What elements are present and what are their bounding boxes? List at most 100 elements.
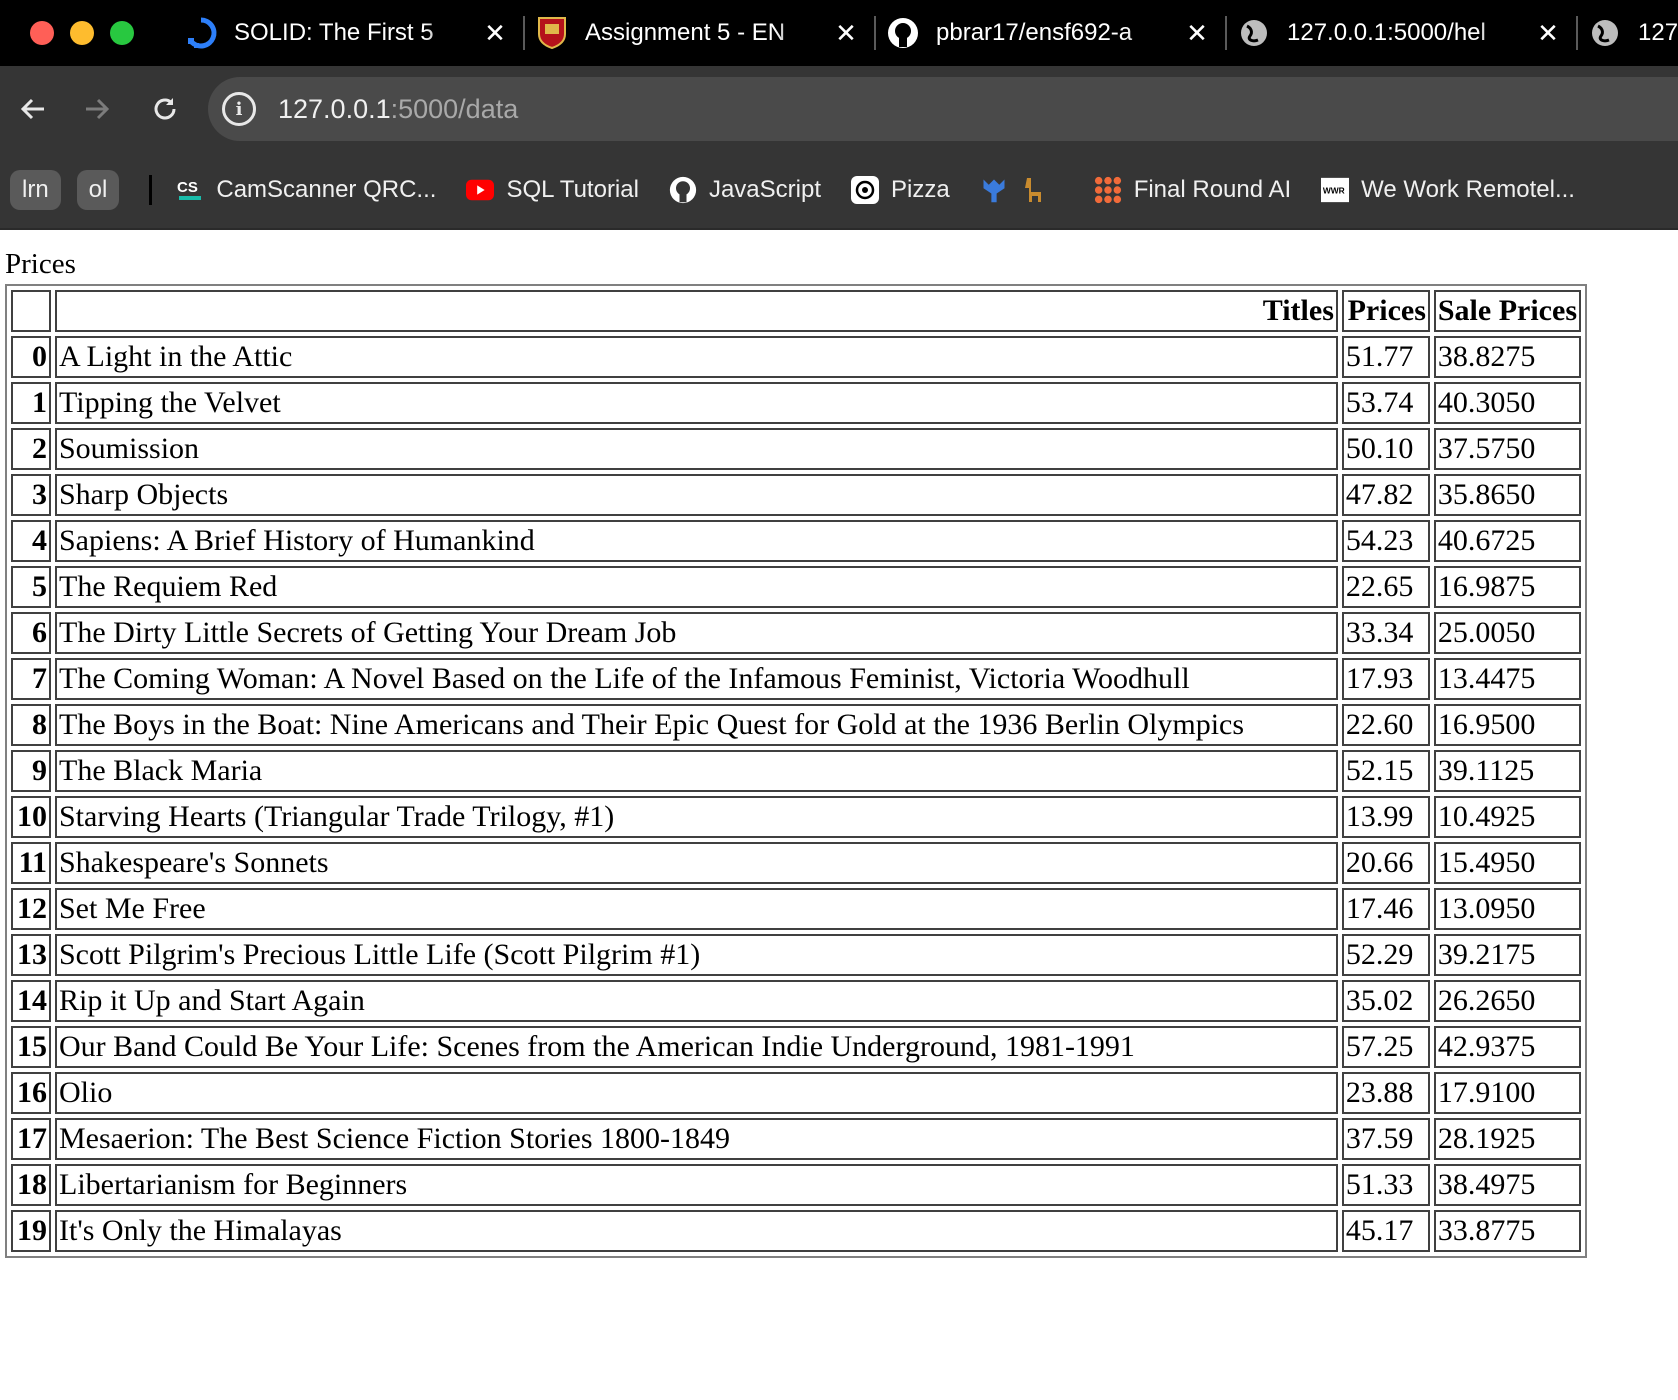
bookmark-javascript[interactable]: JavaScript — [669, 176, 821, 204]
back-arrow-icon[interactable] — [16, 92, 50, 126]
book-title: Mesaerion: The Best Science Fiction Stor… — [55, 1118, 1338, 1160]
site-info-icon[interactable]: i — [222, 92, 256, 126]
table-row: 14 Rip it Up and Start Again 35.02 26.2650 — [11, 980, 1581, 1022]
university-crest-icon — [535, 16, 569, 50]
book-title: Set Me Free — [55, 888, 1338, 930]
tab-localhost-2[interactable]: 127 — [1578, 0, 1678, 66]
book-title: The Dirty Little Secrets of Getting Your… — [55, 612, 1338, 654]
book-sale-price: 39.1125 — [1433, 750, 1581, 792]
bookmark-folder-ol[interactable]: ol — [76, 170, 120, 210]
bookmark-label: CamScanner QRC... — [216, 176, 437, 203]
book-title: The Black Maria — [55, 750, 1338, 792]
address-bar[interactable]: i 127.0.0.1:5000/data — [208, 77, 1678, 141]
book-sale-price: 15.4950 — [1433, 842, 1581, 884]
toolbar: i 127.0.0.1:5000/data — [0, 66, 1678, 152]
row-index: 16 — [11, 1072, 51, 1114]
table-row: 9 The Black Maria 52.15 39.1125 — [11, 750, 1581, 792]
book-title: It's Only the Himalayas — [55, 1210, 1338, 1252]
table-row: 13 Scott Pilgrim's Precious Little Life (… — [11, 934, 1581, 976]
book-price: 23.88 — [1341, 1072, 1430, 1114]
bookmark-sql-tutorial[interactable]: SQL Tutorial — [466, 176, 639, 204]
book-sale-price: 26.2650 — [1433, 980, 1581, 1022]
forward-arrow-icon[interactable] — [80, 92, 114, 126]
tab-assignment[interactable]: Assignment 5 - EN ✕ — [525, 0, 874, 66]
table-row: 1 Tipping the Velvet 53.74 40.3050 — [11, 382, 1581, 424]
page-caption: Prices — [5, 248, 76, 280]
bookmark-label: Final Round AI — [1133, 176, 1292, 203]
svg-text:WWR: WWR — [1323, 186, 1345, 196]
table-header-row: Titles Prices Sale Prices — [11, 290, 1581, 332]
page-content: Prices Titles Prices Sale Prices 0A Ligh… — [0, 230, 1678, 1258]
column-header-titles: Titles — [55, 290, 1338, 332]
book-price: 37.59 — [1341, 1118, 1430, 1160]
bookmark-camscanner[interactable]: CS CamScanner QRC... — [176, 176, 436, 204]
youtube-icon — [466, 176, 495, 204]
bookmark-we-work-remotely[interactable]: WWR We Work Remotel... — [1321, 176, 1575, 204]
book-title: Sharp Objects — [55, 474, 1338, 516]
table-row: 19 It's Only the Himalayas 45.17 33.8775 — [11, 1210, 1581, 1252]
minimize-window-button[interactable] — [70, 21, 94, 45]
reload-icon[interactable] — [148, 92, 182, 126]
close-icon[interactable]: ✕ — [483, 18, 507, 49]
book-price: 54.23 — [1341, 520, 1430, 562]
svg-text:CS: CS — [177, 179, 198, 196]
close-icon[interactable]: ✕ — [1536, 18, 1560, 49]
tab-title: 127 — [1638, 19, 1678, 46]
table-row: 8 The Boys in the Boat: Nine Americans an… — [11, 704, 1581, 746]
tab-solid[interactable]: SOLID: The First 5 ✕ — [174, 0, 523, 66]
bookmark-final-round-ai[interactable]: Final Round AI — [1094, 176, 1291, 204]
book-price: 52.15 — [1341, 750, 1430, 792]
bookmarks-bar: lrn ol CS CamScanner QRC... SQL Tutorial… — [0, 152, 1678, 230]
row-index: 2 — [11, 428, 51, 470]
row-index: 1 — [11, 382, 51, 424]
book-sale-price: 28.1925 — [1433, 1118, 1581, 1160]
book-title: The Coming Woman: A Novel Based on the L… — [55, 658, 1338, 700]
row-index: 3 — [11, 474, 51, 516]
browser-chrome: SOLID: The First 5 ✕ Assignment 5 - EN ✕… — [0, 0, 1678, 230]
row-index: 13 — [11, 934, 51, 976]
tab-title: SOLID: The First 5 — [234, 19, 434, 46]
row-index: 10 — [11, 796, 51, 838]
tab-localhost[interactable]: 127.0.0.1:5000/hel ✕ — [1227, 0, 1576, 66]
row-index: 0 — [11, 336, 51, 378]
book-price: 51.33 — [1341, 1164, 1430, 1206]
row-index: 15 — [11, 1026, 51, 1068]
bookmark-label: Pizza — [891, 176, 950, 203]
maximize-window-button[interactable] — [110, 21, 134, 45]
book-sale-price: 37.5750 — [1433, 428, 1581, 470]
book-sale-price: 10.4925 — [1433, 796, 1581, 838]
globe-icon — [1237, 16, 1271, 50]
giraffe-icon — [1020, 176, 1048, 204]
table-row: 17 Mesaerion: The Best Science Fiction St… — [11, 1118, 1581, 1160]
book-sale-price: 13.4475 — [1433, 658, 1581, 700]
book-sale-price: 16.9875 — [1433, 566, 1581, 608]
tab-github[interactable]: pbrar17/ensf692-a ✕ — [876, 0, 1225, 66]
bookmark-label: We Work Remotel... — [1361, 176, 1575, 203]
solid-icon — [184, 16, 218, 50]
close-window-button[interactable] — [30, 21, 54, 45]
book-title: Olio — [55, 1072, 1338, 1114]
book-sale-price: 38.8275 — [1433, 336, 1581, 378]
bookmark-label: SQL Tutorial — [506, 176, 639, 203]
github-icon — [886, 16, 920, 50]
tab-title: 127.0.0.1:5000/hel — [1287, 19, 1486, 46]
book-sale-price: 38.4975 — [1433, 1164, 1581, 1206]
book-sale-price: 35.8650 — [1433, 474, 1581, 516]
book-price: 17.46 — [1341, 888, 1430, 930]
book-sale-price: 25.0050 — [1433, 612, 1581, 654]
tab-title: pbrar17/ensf692-a — [936, 19, 1133, 46]
bookmark-giraffe[interactable] — [980, 176, 1060, 204]
bookmark-pizza[interactable]: Pizza — [851, 176, 950, 204]
book-title: Rip it Up and Start Again — [55, 980, 1338, 1022]
url-path: :5000/data — [390, 93, 519, 124]
globe-icon — [1588, 16, 1622, 50]
close-icon[interactable]: ✕ — [834, 18, 858, 49]
book-price: 13.99 — [1341, 796, 1430, 838]
book-price: 57.25 — [1341, 1026, 1430, 1068]
book-price: 22.65 — [1341, 566, 1430, 608]
close-icon[interactable]: ✕ — [1185, 18, 1209, 49]
book-price: 50.10 — [1341, 428, 1430, 470]
final-round-icon — [1094, 176, 1122, 204]
bookmark-folder-lrn[interactable]: lrn — [10, 170, 61, 210]
row-index: 7 — [11, 658, 51, 700]
